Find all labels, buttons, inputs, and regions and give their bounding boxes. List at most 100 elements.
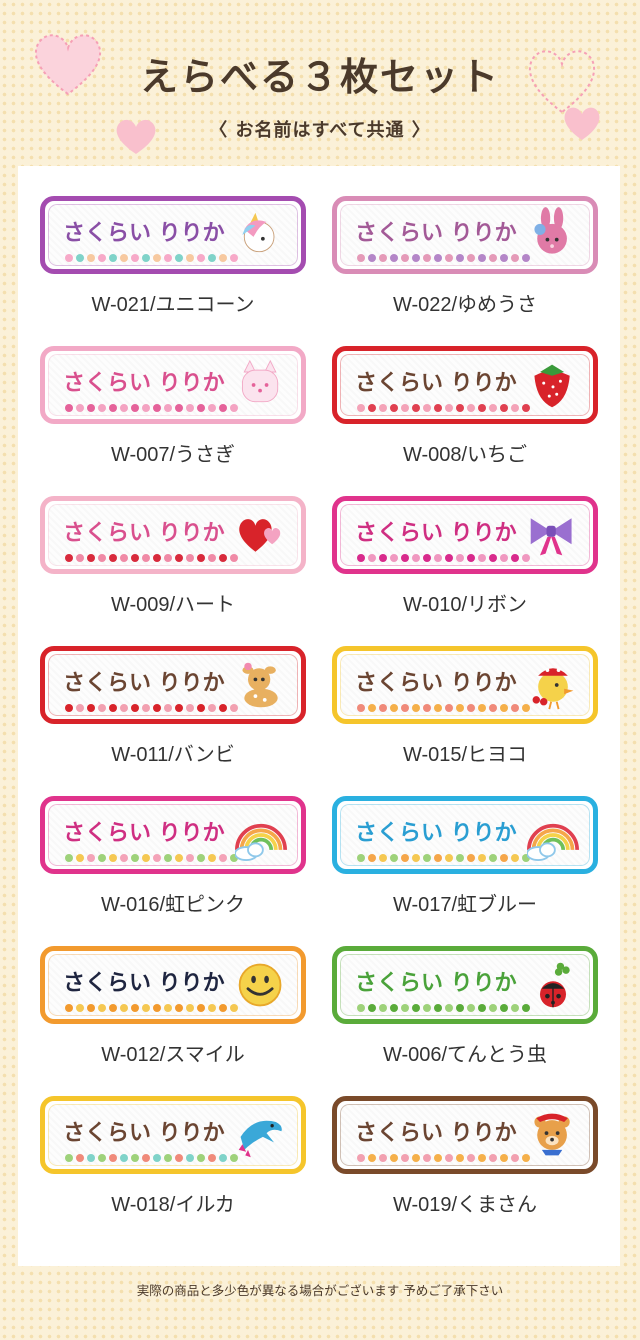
- design-option[interactable]: さくらい りりか W-022/ゆめうさ: [332, 196, 598, 321]
- design-option[interactable]: さくらい りりか W-015/ヒヨコ: [332, 646, 598, 771]
- patch-name-text: さくらい りりか: [63, 671, 225, 696]
- stitch-dot: [164, 1154, 172, 1162]
- stitch-dot: [478, 854, 486, 862]
- stitch-dot: [511, 254, 519, 262]
- stitch-dot: [500, 854, 508, 862]
- name-patch: さくらい りりか: [40, 346, 306, 424]
- stitch-dot: [434, 254, 442, 262]
- design-code-label: W-007/うさぎ: [110, 444, 236, 466]
- stitch-dot: [197, 854, 205, 862]
- stitch-dot: [357, 404, 365, 412]
- footer-note: 実際の商品と多少色が異なる場合がございます 予めご了承下さい: [136, 1283, 504, 1298]
- stitch-dot: [500, 254, 508, 262]
- stitch-dot: [164, 1004, 172, 1012]
- design-option[interactable]: さくらい りりか W-017/虹ブルー: [332, 796, 598, 921]
- design-code-label: W-019/くまさん: [392, 1194, 538, 1216]
- stitch-dot: [109, 404, 117, 412]
- stitch-dot: [390, 554, 398, 562]
- stitch-dot: [175, 404, 183, 412]
- name-patch: さくらい りりか: [40, 496, 306, 574]
- stitch-dot: [186, 1154, 194, 1162]
- stitch-dot: [412, 404, 420, 412]
- stitch-dot: [197, 704, 205, 712]
- design-option[interactable]: さくらい りりか W-008/いちご: [332, 346, 598, 471]
- stitch-dot: [357, 704, 365, 712]
- design-code-label: W-021/ユニコーン: [91, 294, 255, 316]
- stitch-dot: [412, 854, 420, 862]
- stitch-dot: [401, 554, 409, 562]
- design-option[interactable]: さくらい りりか W-011/バンビ: [40, 646, 306, 771]
- stitch-dot: [197, 1154, 205, 1162]
- design-option[interactable]: さくらい りりか W-012/スマイル: [40, 946, 306, 1071]
- patch-name-text: さくらい りりか: [355, 221, 517, 246]
- stitch-dot: [434, 854, 442, 862]
- stitch-dot: [500, 404, 508, 412]
- stitch-dot: [98, 704, 106, 712]
- design-option[interactable]: さくらい りりか W-019/くまさん: [332, 1096, 598, 1221]
- stitch-dot: [164, 254, 172, 262]
- stitch-dot: [478, 554, 486, 562]
- stitch-dot: [379, 1154, 387, 1162]
- stitch-dot: [412, 1004, 420, 1012]
- stitch-dot: [208, 1154, 216, 1162]
- stitch-dot: [500, 554, 508, 562]
- name-patch: さくらい りりか: [40, 946, 306, 1024]
- stitch-dot: [423, 554, 431, 562]
- design-option[interactable]: さくらい りりか W-010/リボン: [332, 496, 598, 621]
- stitch-dot: [401, 1154, 409, 1162]
- stitch-dot: [65, 854, 73, 862]
- design-option[interactable]: さくらい りりか W-006/てんとう虫: [332, 946, 598, 1071]
- design-code-label: W-011/バンビ: [111, 744, 235, 766]
- stitch-dot: [219, 854, 227, 862]
- stitch-dot: [434, 704, 442, 712]
- stitch-dot: [434, 404, 442, 412]
- stitch-dot: [423, 1154, 431, 1162]
- stitch-dot: [467, 704, 475, 712]
- patch-name-text: さくらい りりか: [63, 371, 225, 396]
- stitch-dot: [131, 1004, 139, 1012]
- stitch-dot: [456, 404, 464, 412]
- stitch-dot: [489, 1004, 497, 1012]
- stitch-dot: [219, 254, 227, 262]
- stitch-dot: [186, 704, 194, 712]
- ribbon-icon: [530, 518, 572, 556]
- stitch-dot: [186, 404, 194, 412]
- design-code-label: W-015/ヒヨコ: [402, 744, 528, 766]
- stitch-dot: [500, 1004, 508, 1012]
- stitch-dot: [390, 404, 398, 412]
- design-option[interactable]: さくらい りりか W-007/うさぎ: [40, 346, 306, 471]
- name-patch: さくらい りりか: [332, 946, 598, 1024]
- design-option[interactable]: さくらい りりか W-009/ハート: [40, 496, 306, 621]
- stitch-dot: [120, 554, 128, 562]
- design-code-label: W-017/虹ブルー: [392, 894, 538, 916]
- header: えらべる３枚セット 〈 お名前はすべて共通 〉: [0, 0, 640, 160]
- stitch-dot: [379, 704, 387, 712]
- stitch-dot: [456, 854, 464, 862]
- stitch-dot: [511, 854, 519, 862]
- stitch-dot: [76, 404, 84, 412]
- stitch-dot: [511, 1004, 519, 1012]
- stitch-dot: [423, 854, 431, 862]
- stitch-dot: [65, 1004, 73, 1012]
- design-option[interactable]: さくらい りりか W-021/ユニコーン: [40, 196, 306, 321]
- stitch-dot: [357, 1154, 365, 1162]
- stitch-dot: [219, 704, 227, 712]
- stitch-dot: [153, 1154, 161, 1162]
- name-patch: さくらい りりか: [332, 196, 598, 274]
- bear-icon: [534, 1113, 570, 1156]
- stitch-dot: [98, 554, 106, 562]
- stitch-dot: [401, 254, 409, 262]
- stitch-dot: [98, 404, 106, 412]
- stitch-dot: [142, 554, 150, 562]
- smiley-icon: [238, 963, 282, 1007]
- stitch-dot: [175, 1154, 183, 1162]
- stitch-dot: [390, 854, 398, 862]
- stitch-dot: [467, 254, 475, 262]
- design-option[interactable]: さくらい りりか W-016/虹ピンク: [40, 796, 306, 921]
- stitch-dot: [153, 1004, 161, 1012]
- ladybug-icon: [540, 962, 570, 1008]
- design-option[interactable]: さくらい りりか W-018/イルカ: [40, 1096, 306, 1221]
- stitch-dot: [76, 1154, 84, 1162]
- stitch-dot: [478, 1154, 486, 1162]
- strawberry-icon: [534, 364, 570, 408]
